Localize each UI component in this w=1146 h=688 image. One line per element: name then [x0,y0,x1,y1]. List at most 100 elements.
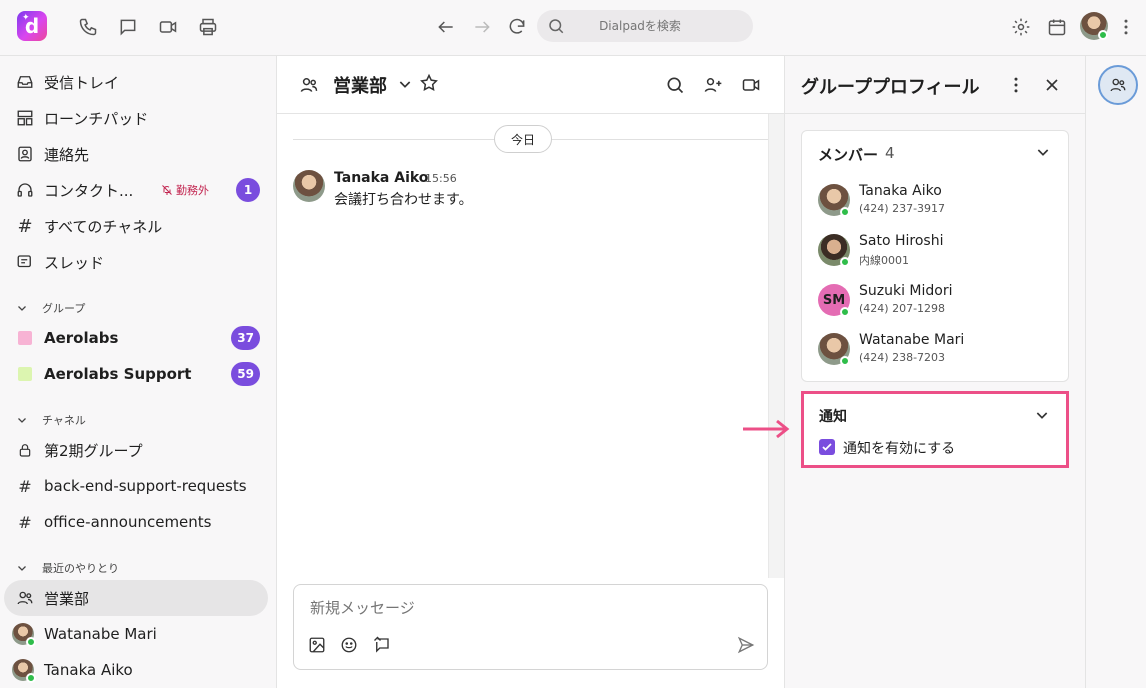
star-icon[interactable] [419,73,439,93]
search-icon [547,17,565,35]
group-color-square [18,367,32,381]
member-item[interactable]: Tanaka Aiko (424) 237-3917 [818,180,1058,220]
members-card: メンバー 4 Tanaka Aiko (424) 237-3917 Sato H… [801,130,1069,382]
sidebar-item-tanaka-aiko[interactable]: Tanaka Aiko [4,652,268,688]
printer-icon[interactable] [196,15,220,39]
sidebar-item-channel-private[interactable]: 第2期グループ [4,432,268,468]
sidebar-item-contacts[interactable]: 連絡先 [4,136,268,172]
panel-title: グループプロフィール [801,77,980,98]
groups-section-header[interactable]: グループ [16,300,85,316]
add-user-icon[interactable] [702,75,724,95]
member-item[interactable]: Watanabe Mari (424) 238-7203 [818,329,1058,369]
group-color-square [18,331,32,345]
sidebar-item-threads[interactable]: スレッド [4,244,268,280]
more-vertical-icon[interactable] [1114,15,1138,39]
member-item[interactable]: SM Suzuki Midori (424) 207-1298 [818,280,1058,320]
hash-icon: # [18,512,32,532]
sidebar-item-inbox[interactable]: 受信トレイ [4,64,268,100]
search-icon[interactable] [665,75,685,95]
chevron-down-icon[interactable] [1035,144,1051,160]
channels-section-header[interactable]: チャネル [16,412,86,428]
chat-scrollbar[interactable] [768,114,784,578]
inbox-icon [15,72,35,92]
hash-icon: # [18,476,32,496]
message-icon[interactable] [116,15,140,39]
launchpad-icon [15,108,35,128]
sidebar-item-aerolabs[interactable]: Aerolabs 37 [4,320,268,356]
check-icon [822,443,832,451]
unread-badge: 59 [231,362,260,386]
sidebar-item-channel-backend[interactable]: # back-end-support-requests [4,468,268,504]
group-profile-toggle-button[interactable] [1098,65,1138,105]
sidebar-item-sales-group[interactable]: 営業部 [4,580,268,616]
hash-icon: # [17,215,33,237]
message-author[interactable]: Tanaka Aiko [334,170,428,186]
video-icon[interactable] [740,75,762,95]
message-time: 15:56 [425,172,457,185]
member-item[interactable]: Sato Hiroshi 内線0001 [818,230,1058,270]
sidebar-item-launchpad[interactable]: ローンチパッド [4,100,268,136]
thread-reply-icon[interactable] [373,636,391,654]
contacts-icon [15,144,35,164]
unread-badge: 1 [236,178,260,202]
group-profile-panel: グループプロフィール メンバー 4 Tanaka Aiko (424) 237-… [743,56,1086,688]
sidebar-item-channel-office[interactable]: # office-announcements [4,504,268,540]
sidebar-item-all-channels[interactable]: # すべてのチャネル [4,208,268,244]
group-users-icon [15,588,35,608]
more-vertical-icon[interactable] [1006,75,1026,95]
dialpad-logo[interactable]: d ✦ [17,11,47,41]
message-composer[interactable] [293,584,768,670]
chat-header: 営業部 [277,56,785,114]
forward-arrow-icon[interactable] [470,15,494,39]
online-status-dot [26,637,36,647]
recent-section-header[interactable]: 最近のやりとり [16,560,119,576]
top-bar: d ✦ [0,0,1146,56]
unread-badge: 37 [231,326,260,350]
group-users-icon [299,75,319,95]
date-divider: 今日 [494,125,552,153]
online-status-dot [840,207,850,217]
chat-title[interactable]: 営業部 [333,72,387,98]
off-duty-status: 勤務外 [161,182,209,198]
send-icon[interactable] [737,636,755,654]
back-arrow-icon[interactable] [434,15,458,39]
settings-gear-icon[interactable] [1009,15,1033,39]
emoji-icon[interactable] [340,636,358,654]
chevron-down-icon [16,414,28,426]
sidebar-item-watanabe-mari[interactable]: Watanabe Mari [4,616,268,652]
online-status-dot [26,673,36,683]
sparkle-icon: ✦ [22,13,30,23]
divider [785,113,1085,114]
message-item[interactable]: Tanaka Aiko 15:56 会議打ち合わせます。 [293,170,753,214]
avatar [293,170,325,202]
annotation-arrow-icon [741,418,791,440]
calendar-icon[interactable] [1045,15,1069,39]
online-status-dot [840,356,850,366]
sidebar: 受信トレイ ローンチパッド 連絡先 コンタクト... 勤務外 1 # すべてのチ… [0,56,277,688]
sidebar-item-contact-center[interactable]: コンタクト... 勤務外 1 [4,172,268,208]
refresh-icon[interactable] [505,15,529,39]
headset-icon [15,180,35,200]
members-label: メンバー [818,146,879,164]
bell-off-icon [162,185,172,195]
notifications-checkbox-label[interactable]: 通知を有効にする [843,438,955,458]
close-icon[interactable] [1042,75,1062,95]
chevron-down-icon [16,562,28,574]
sidebar-item-aerolabs-support[interactable]: Aerolabs Support 59 [4,356,268,392]
chevron-down-icon[interactable] [1034,407,1050,423]
members-count: 4 [885,144,895,162]
right-rail [1086,56,1146,688]
message-input[interactable] [310,599,710,617]
chevron-down-icon [16,302,28,314]
notifications-checkbox[interactable] [819,439,835,455]
threads-icon [15,252,35,272]
lock-icon [15,440,35,460]
video-icon[interactable] [156,15,180,39]
chevron-down-icon[interactable] [397,76,413,92]
notifications-label: 通知 [819,409,847,425]
image-icon[interactable] [308,636,326,654]
search-box[interactable] [537,10,753,42]
search-input[interactable] [565,19,715,33]
phone-icon[interactable] [76,15,100,39]
notifications-card: 通知 通知を有効にする [801,391,1069,468]
